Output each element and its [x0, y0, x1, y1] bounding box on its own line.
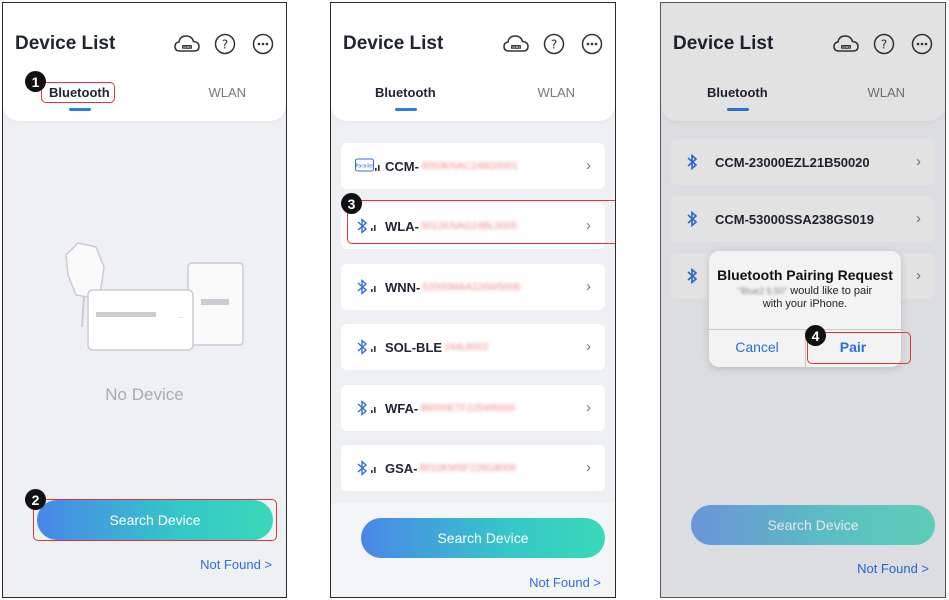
parallel-icon: Parallel: [355, 157, 385, 175]
highlight-device-item: [347, 200, 615, 244]
device-name: WNN-: [385, 279, 421, 295]
device-item[interactable]: WFA- 96000ETF225W6666 ›: [341, 385, 605, 431]
dialog-message-b: with your iPhone.: [762, 298, 848, 310]
highlight-search-button: [33, 499, 277, 541]
no-device-illustration: ...: [58, 235, 248, 355]
device-serial-blurred: 244L8002: [444, 341, 489, 353]
cloud-icon-label: SEMS: [183, 45, 192, 49]
bluetooth-icon: [355, 338, 385, 356]
device-serial-blurred: 52000MAA226W5006: [422, 281, 521, 293]
device-serial-blurred: 4050KNAC248G0001: [420, 160, 518, 172]
step-badge-1: 1: [25, 71, 46, 92]
highlight-bluetooth-tab: [41, 82, 115, 103]
svg-text:?: ?: [551, 38, 557, 52]
tab-wlan[interactable]: WLAN: [537, 85, 575, 100]
chevron-right-icon: ›: [586, 278, 591, 295]
chevron-right-icon: ›: [586, 459, 591, 476]
svg-text:...: ...: [178, 313, 184, 320]
empty-state-text: No Device: [105, 385, 184, 404]
step-badge-4: 4: [805, 325, 826, 346]
page-title: Device List: [15, 33, 116, 54]
not-found-link[interactable]: Not Found >: [529, 575, 601, 590]
not-found-link[interactable]: Not Found >: [200, 557, 272, 572]
chevron-right-icon: ›: [586, 157, 591, 174]
page-title: Device List: [343, 33, 444, 54]
header: Device List SEMS ? Bluetooth WLAN: [3, 3, 286, 121]
more-icon[interactable]: [579, 31, 605, 57]
chevron-right-icon: ›: [586, 399, 591, 416]
bluetooth-icon: [355, 399, 385, 417]
device-item[interactable]: SOL-BLE 244L8002 ›: [341, 324, 605, 370]
cancel-button[interactable]: Cancel: [709, 339, 805, 355]
tab-active-indicator: [395, 108, 417, 111]
header-actions: SEMS ?: [503, 31, 605, 57]
search-device-button[interactable]: Search Device: [361, 518, 605, 558]
dialog-message-a: would like to pair: [790, 285, 873, 297]
dialog-title: Bluetooth Pairing Request: [717, 267, 893, 283]
help-icon[interactable]: ?: [212, 31, 238, 57]
more-icon[interactable]: [250, 31, 276, 57]
dialog-device-blurred: "Blue2 5.50": [737, 286, 788, 296]
tab-wlan[interactable]: WLAN: [208, 85, 246, 100]
device-item[interactable]: GSA- 8010KMSF226G8006 ›: [341, 445, 605, 491]
bluetooth-icon: [355, 459, 385, 477]
cloud-icon[interactable]: SEMS: [503, 31, 529, 57]
header: Device List SEMS ? Bluetooth WLAN: [331, 3, 615, 121]
tab-bluetooth[interactable]: Bluetooth: [375, 85, 436, 100]
tab-active-indicator: [69, 108, 91, 111]
device-serial-blurred: 96000ETF225W6666: [420, 402, 516, 414]
phone-screen-2: Device List SEMS ? Bluetooth WLAN Parall…: [330, 2, 616, 598]
phone-screen-3: Device List SEMS ? Bluetooth WLAN CCM-23…: [660, 2, 946, 598]
help-icon[interactable]: ?: [541, 31, 567, 57]
bluetooth-icon: [355, 278, 385, 296]
dialog-message: "Blue2 5.50" would like to pair with you…: [709, 285, 901, 311]
step-badge-3: 3: [341, 193, 362, 214]
device-name: CCM-: [385, 158, 419, 174]
device-item[interactable]: WNN- 52000MAA226W5006 ›: [341, 264, 605, 310]
device-name: GSA-: [385, 460, 418, 476]
device-name: SOL-BLE: [385, 339, 443, 355]
chevron-right-icon: ›: [586, 338, 591, 355]
header-actions: SEMS ?: [174, 31, 276, 57]
device-item[interactable]: Parallel CCM- 4050KNAC248G0001 ›: [341, 143, 605, 189]
cloud-icon[interactable]: SEMS: [174, 31, 200, 57]
svg-text:Parallel: Parallel: [355, 164, 373, 170]
device-serial-blurred: 8010KMSF226G8006: [419, 462, 517, 474]
svg-text:?: ?: [222, 38, 228, 52]
phone-screen-1: Device List SEMS ? Bluetooth WLAN 1 ...: [2, 2, 287, 598]
step-badge-2: 2: [25, 489, 46, 510]
cloud-icon-label: SEMS: [512, 45, 521, 49]
device-name: WFA-: [385, 400, 419, 416]
